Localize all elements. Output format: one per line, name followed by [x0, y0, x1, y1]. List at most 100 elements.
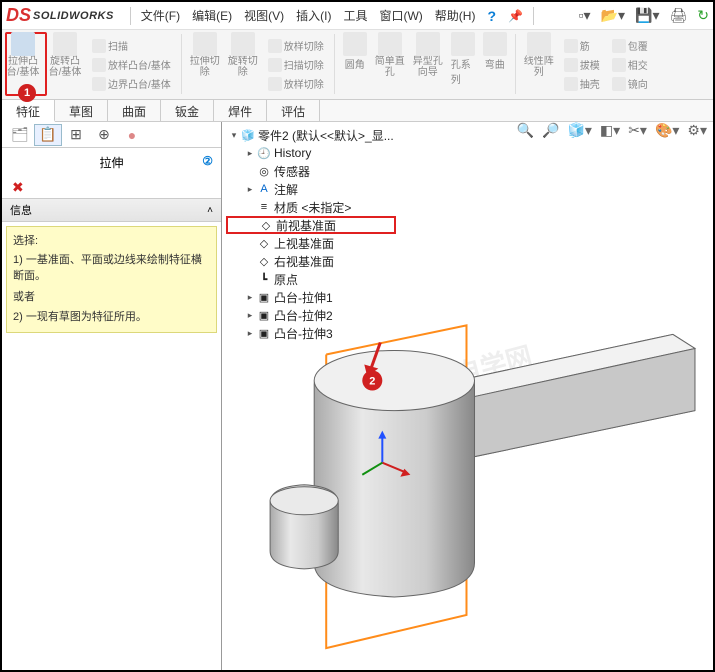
ribbon-hole-wizard[interactable]: 异型孔向导	[409, 30, 447, 99]
tree-sensors[interactable]: ◎传感器	[226, 162, 396, 180]
svg-text:2: 2	[369, 376, 375, 388]
extrude-feature-icon: ▣	[256, 290, 272, 304]
ribbon-boundary-cut[interactable]: 放样切除	[264, 75, 328, 92]
tree-origin[interactable]: ┗原点	[226, 270, 396, 288]
revolve-cut-icon	[231, 32, 255, 56]
section-info[interactable]: 信息 ˄	[2, 198, 221, 222]
hint-or: 或者	[13, 289, 210, 306]
open-doc-icon[interactable]: 📂▾	[601, 7, 625, 24]
tree-annotations[interactable]: ▸A注解	[226, 180, 396, 198]
linear-pattern-icon	[527, 32, 551, 56]
menu-tools[interactable]: 工具	[337, 7, 373, 24]
ribbon-revolve-boss[interactable]: 旋转凸台/基体	[44, 30, 86, 99]
hint-1: 1) 一基准面、平面或边线来绘制特征横断面。	[13, 252, 210, 285]
ribbon-mirror[interactable]: 镜向	[608, 75, 652, 92]
tab-feature[interactable]: 特征	[2, 100, 55, 122]
ribbon-curve-driven[interactable]: 弯曲	[479, 30, 511, 99]
tree-history[interactable]: ▸🕘History	[226, 144, 396, 162]
menu-edit[interactable]: 编辑(E)	[186, 7, 238, 24]
draft-icon	[564, 58, 578, 72]
tab-sketch[interactable]: 草图	[55, 100, 108, 121]
extrude-feature-icon: ▣	[256, 326, 272, 340]
tab-weldment[interactable]: 焊件	[214, 100, 267, 121]
tab-evaluate[interactable]: 评估	[267, 100, 320, 121]
sensors-icon: ◎	[256, 164, 272, 178]
chevron-up-icon: ˄	[207, 205, 213, 216]
panel-close-button[interactable]: ✖	[2, 177, 221, 198]
left-tab-dimxpert[interactable]: ⊕	[90, 124, 118, 146]
ribbon-sweep-cut[interactable]: 扫描切除	[264, 56, 328, 73]
ribbon-boundary[interactable]: 边界凸台/基体	[88, 75, 175, 92]
tree-material[interactable]: ≡材质 <未指定>	[226, 198, 396, 216]
model-cylinder-small	[270, 485, 338, 569]
graphics-area[interactable]: 软件自学网 ▾🧊零件2 (默认<<默认>_显... ▸🕘History ◎传感器…	[222, 122, 713, 670]
plane-icon: ◇	[256, 236, 272, 250]
tab-surface[interactable]: 曲面	[108, 100, 161, 121]
curve-icon	[483, 32, 507, 56]
flyout-feature-tree: ▾🧊零件2 (默认<<默认>_显... ▸🕘History ◎传感器 ▸A注解 …	[226, 126, 396, 342]
select-header: 选择:	[13, 233, 210, 250]
plane-icon: ◇	[256, 254, 272, 268]
pin-icon[interactable]: 📌	[502, 9, 529, 23]
tree-extrude2[interactable]: ▸▣凸台-拉伸2	[226, 306, 396, 324]
menu-file[interactable]: 文件(F)	[135, 7, 186, 24]
tree-front-plane[interactable]: ◇前视基准面	[226, 216, 396, 234]
ribbon-wrap[interactable]: 包覆	[608, 37, 652, 54]
tree-top-plane[interactable]: ◇上视基准面	[226, 234, 396, 252]
print-icon[interactable]: 🖨	[669, 7, 687, 24]
left-tab-appearance[interactable]: ●	[118, 124, 146, 146]
intersect-icon	[612, 58, 626, 72]
ribbon-simple-hole[interactable]: 简单直孔	[371, 30, 409, 99]
ribbon-loft[interactable]: 放样凸台/基体	[88, 56, 175, 73]
menu-help[interactable]: 帮助(H)	[429, 7, 482, 24]
shell-icon	[564, 77, 578, 91]
tab-sheetmetal[interactable]: 钣金	[161, 100, 214, 121]
menu-insert[interactable]: 插入(I)	[290, 7, 337, 24]
revolve-boss-icon	[53, 32, 77, 56]
simple-hole-icon	[378, 32, 402, 56]
ribbon-intersect[interactable]: 相交	[608, 56, 652, 73]
mirror-icon	[612, 77, 626, 91]
ribbon: 1 拉伸凸台/基体 旋转凸台/基体 扫描 放样凸台/基体 边界凸台/基体 拉伸切…	[2, 30, 713, 100]
ribbon-loft-cut[interactable]: 放样切除	[264, 37, 328, 54]
panel-help-icon[interactable]: ②	[202, 154, 213, 168]
ribbon-fillet[interactable]: 圆角	[339, 30, 371, 99]
tree-extrude3[interactable]: ▸▣凸台-拉伸3	[226, 324, 396, 342]
app-logo: DS SOLIDWORKS	[6, 5, 114, 26]
logo-icon: DS	[6, 5, 31, 26]
annotations-icon: A	[256, 182, 272, 196]
ribbon-revolve-cut[interactable]: 旋转切除	[224, 30, 262, 99]
tree-root[interactable]: ▾🧊零件2 (默认<<默认>_显...	[226, 126, 396, 144]
extrude-feature-icon: ▣	[256, 308, 272, 322]
sweep-icon	[92, 39, 106, 53]
help-icon[interactable]: ?	[481, 8, 502, 24]
left-tab-config[interactable]: ⊞	[62, 124, 90, 146]
ribbon-linear-pattern[interactable]: 线性阵列	[520, 30, 558, 99]
ribbon-sweep[interactable]: 扫描	[88, 37, 175, 54]
boundary-icon	[92, 77, 106, 91]
save-icon[interactable]: 💾▾	[635, 7, 659, 24]
left-tab-feature-tree[interactable]: 🗂	[6, 124, 34, 146]
tree-right-plane[interactable]: ◇右视基准面	[226, 252, 396, 270]
ribbon-rib[interactable]: 筋	[560, 37, 604, 54]
left-tab-property[interactable]: 📋	[34, 124, 62, 146]
tree-extrude1[interactable]: ▸▣凸台-拉伸1	[226, 288, 396, 306]
boundary-cut-icon	[268, 77, 282, 91]
loft-icon	[92, 58, 106, 72]
new-doc-icon[interactable]: ▫▾	[579, 7, 591, 24]
extrude-boss-icon	[11, 32, 35, 56]
model-cylinder-big	[314, 350, 474, 596]
ribbon-draft[interactable]: 拔模	[560, 56, 604, 73]
material-icon: ≡	[256, 200, 272, 214]
model-block	[448, 334, 694, 456]
rib-icon	[564, 39, 578, 53]
ribbon-hole-series[interactable]: 孔系列	[447, 30, 479, 99]
part-icon: 🧊	[240, 128, 256, 142]
property-manager: 🗂 📋 ⊞ ⊕ ● 拉伸 ② ✖ 信息 ˄ 选择: 1) 一基准面、平面或边线来…	[2, 122, 222, 670]
rebuild-icon[interactable]: ↻	[697, 7, 709, 24]
ribbon-shell[interactable]: 抽壳	[560, 75, 604, 92]
hole-series-icon	[451, 32, 475, 56]
menu-window[interactable]: 窗口(W)	[373, 7, 428, 24]
menu-view[interactable]: 视图(V)	[238, 7, 290, 24]
ribbon-extrude-cut[interactable]: 拉伸切除	[186, 30, 224, 99]
